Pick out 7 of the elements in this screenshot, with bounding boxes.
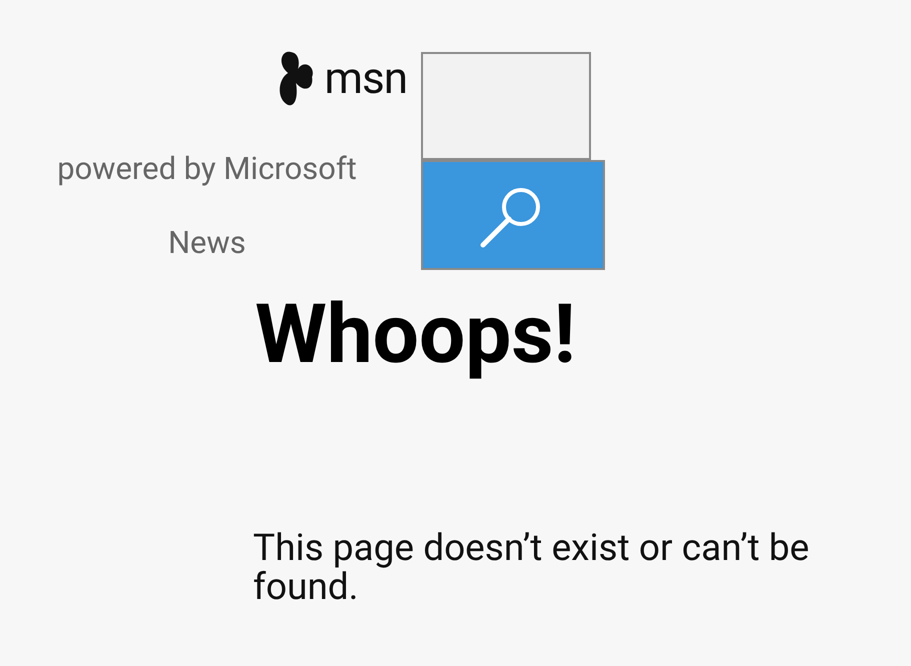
section-label: News [167, 226, 247, 260]
error-title: Whoops! [255, 290, 577, 380]
search-field[interactable] [421, 52, 591, 160]
search-button[interactable] [421, 160, 605, 270]
logo-text: msn [324, 56, 407, 100]
tagline: powered by Microsoft [56, 152, 358, 186]
error-message: This page doesn’t exist or can’t be found. [253, 530, 810, 608]
